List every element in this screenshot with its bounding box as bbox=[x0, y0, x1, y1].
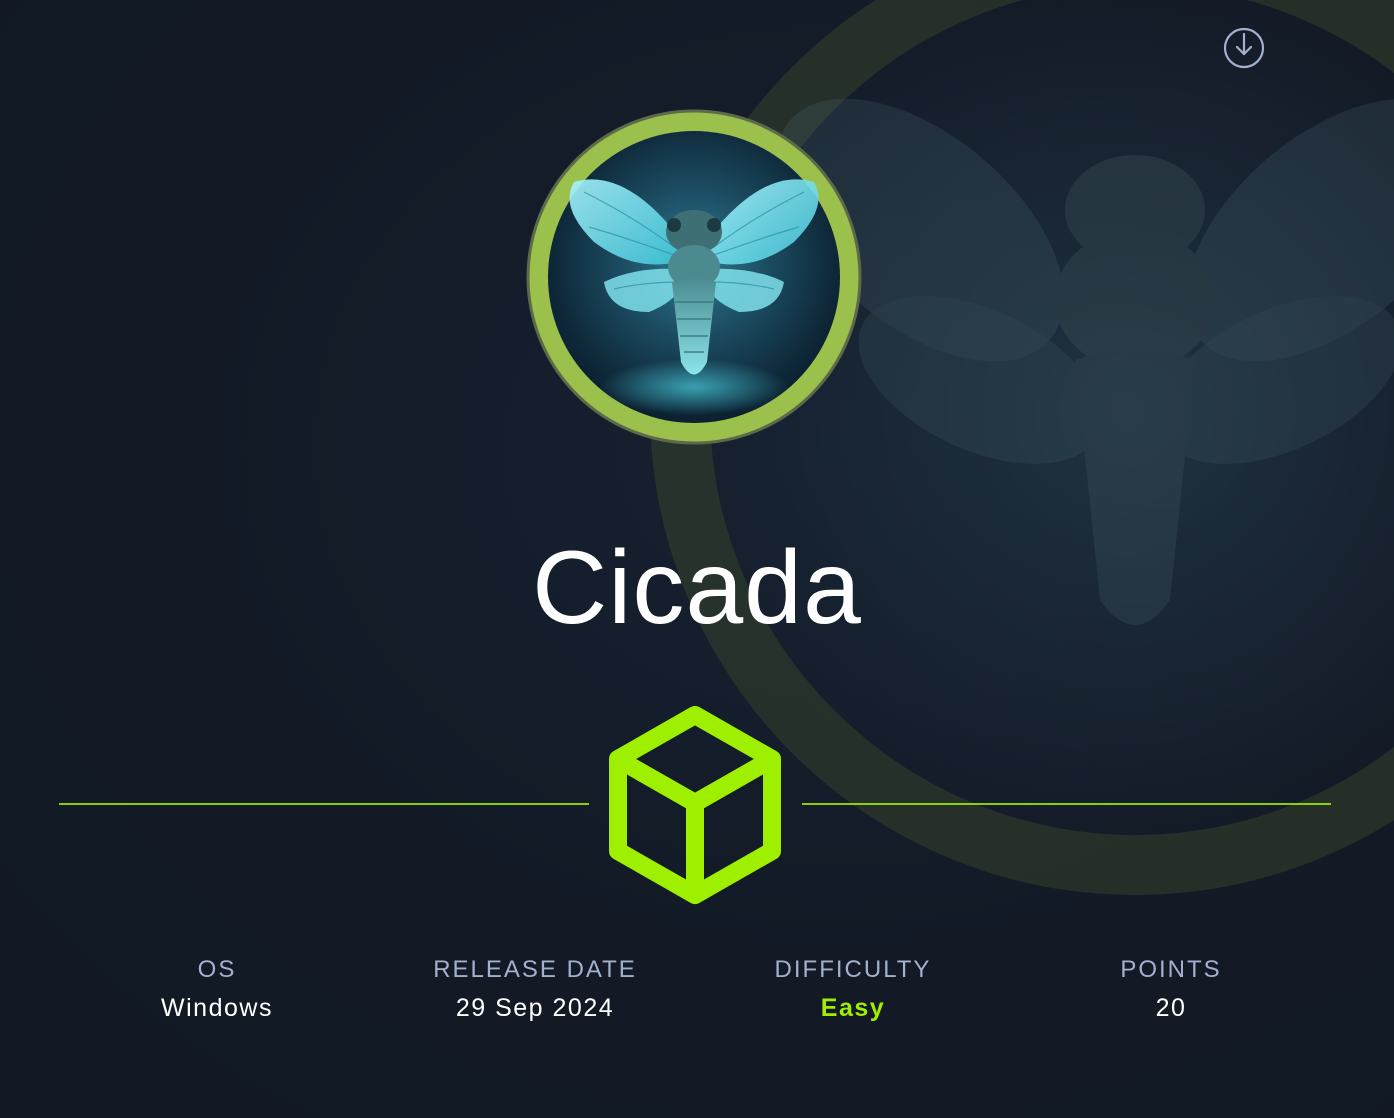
stat-value-os: Windows bbox=[161, 994, 273, 1022]
machine-avatar bbox=[526, 109, 862, 445]
stat-label-os: OS bbox=[197, 956, 237, 983]
download-circle-icon bbox=[1223, 27, 1265, 69]
machine-name: Cicada bbox=[532, 530, 862, 646]
download-button[interactable] bbox=[1221, 25, 1267, 71]
stat-value-release-date: 29 Sep 2024 bbox=[455, 994, 615, 1022]
stat-points: POINTS 20 bbox=[1011, 955, 1331, 1023]
stat-os: OS Windows bbox=[57, 955, 377, 1023]
divider-left bbox=[59, 803, 589, 805]
stat-label-points: POINTS bbox=[1120, 956, 1222, 983]
stat-value-points: 20 bbox=[1155, 994, 1187, 1022]
cube-icon bbox=[609, 706, 781, 904]
machine-card: Cicada OS Windows RELEASE DATE 29 Sep 20… bbox=[0, 0, 1394, 1118]
stat-value-difficulty: Easy bbox=[820, 994, 886, 1022]
stat-difficulty: DIFFICULTY Easy bbox=[693, 955, 1013, 1023]
stat-release-date: RELEASE DATE 29 Sep 2024 bbox=[375, 955, 695, 1023]
divider-right bbox=[802, 803, 1331, 805]
stat-label-release-date: RELEASE DATE bbox=[433, 956, 637, 983]
stat-label-difficulty: DIFFICULTY bbox=[774, 956, 932, 983]
